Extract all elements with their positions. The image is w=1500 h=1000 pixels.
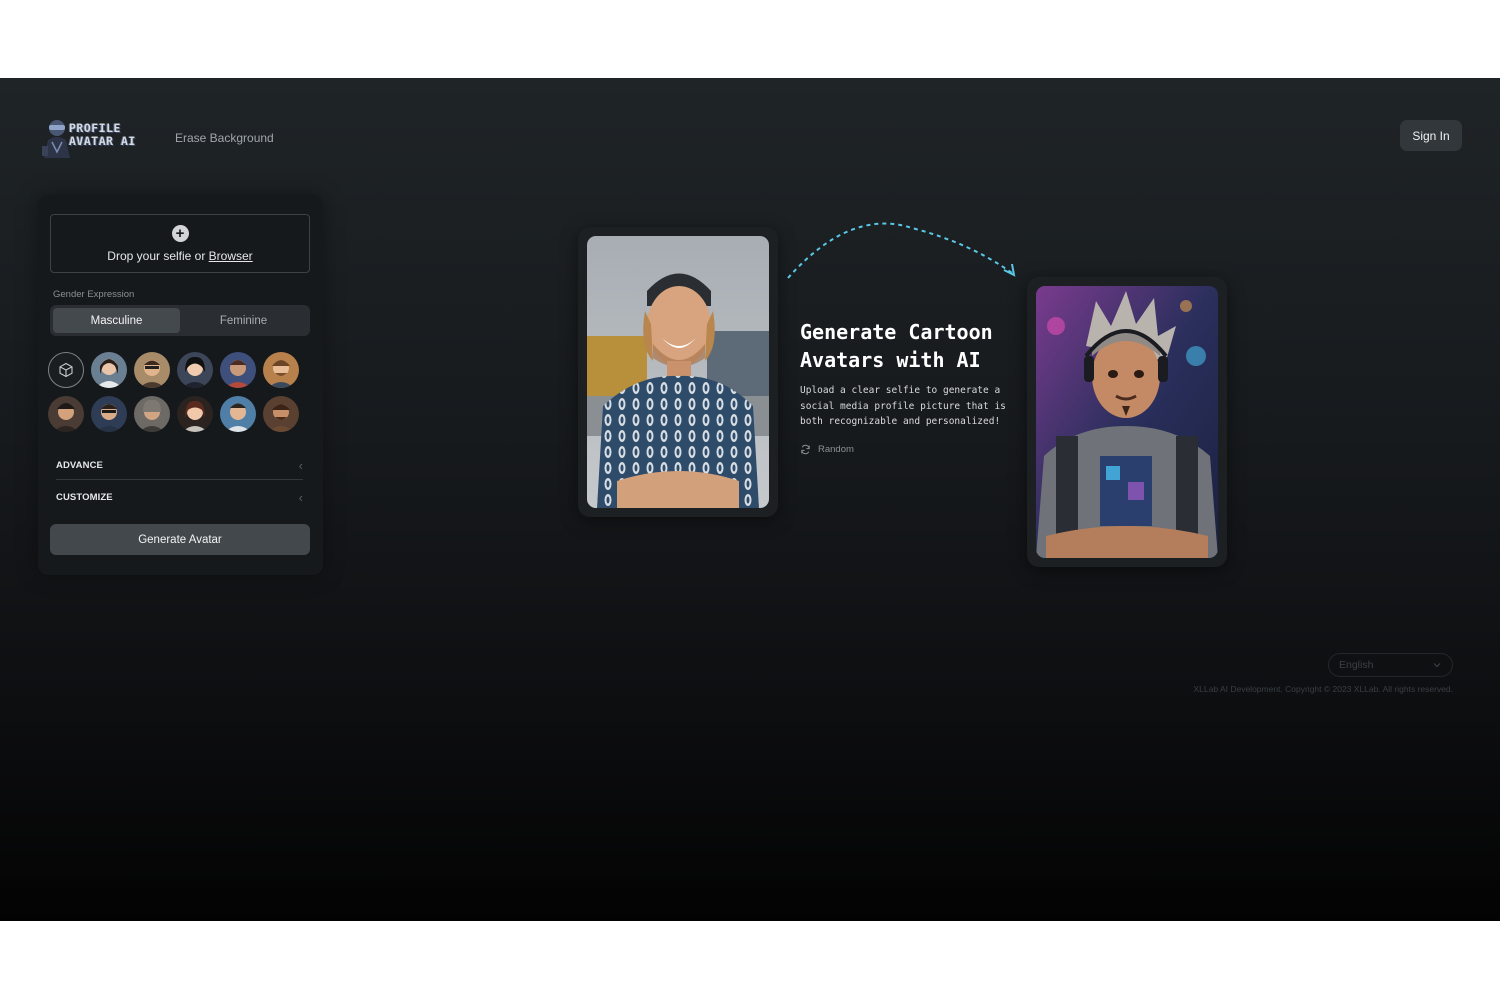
gender-expression-label: Gender Expression [53,289,135,300]
avatar-thumbnail [263,352,299,388]
style-avatar-option[interactable] [91,396,127,432]
avatar-thumbnail [220,396,256,432]
avatar-example-image [1036,286,1218,558]
chevron-left-icon: ‹ [298,457,303,473]
avatar-thumbnail [91,352,127,388]
style-avatar-option[interactable] [91,352,127,388]
random-button[interactable]: Random [800,444,854,455]
style-avatar-option[interactable] [48,396,84,432]
sign-in-button[interactable]: Sign In [1400,120,1462,151]
style-avatar-option[interactable] [134,352,170,388]
style-avatar-option[interactable] [134,396,170,432]
selfie-dropzone[interactable]: + Drop your selfie or Browser [50,214,310,273]
customize-label: CUSTOMIZE [56,491,113,503]
style-avatar-option[interactable] [220,352,256,388]
app-viewport: PROFILE AVATAR AI Erase Background Sign … [0,78,1500,921]
avatar-thumbnail [134,352,170,388]
nav-erase-background[interactable]: Erase Background [175,131,274,145]
cube-icon [59,362,73,378]
avatar-thumbnail [134,396,170,432]
gender-toggle: Masculine Feminine [50,305,310,336]
logo[interactable]: PROFILE AVATAR AI [38,114,146,160]
logo-line-2: AVATAR AI [69,134,136,148]
avatar-thumbnail [91,396,127,432]
divider [56,479,303,480]
avatar-result-image [1036,286,1218,558]
style-random-option[interactable] [48,352,84,388]
avatar-example-card [1027,277,1227,567]
selfie-example-image [587,236,769,508]
avatar-thumbnail [220,352,256,388]
language-value: English [1339,659,1374,671]
browse-link[interactable]: Browser [209,249,253,263]
avatar-style-grid [48,352,312,432]
avatar-thumbnail [177,352,213,388]
advance-label: ADVANCE [56,459,103,471]
generator-panel: + Drop your selfie or Browser Gender Exp… [38,195,323,575]
customize-accordion[interactable]: CUSTOMIZE ‹ [56,481,303,513]
generate-avatar-button[interactable]: Generate Avatar [50,524,310,555]
hero-description: Upload a clear selfie to generate a soci… [800,385,1006,427]
selfie-example-card [578,227,778,517]
gender-option-feminine[interactable]: Feminine [180,308,307,333]
chevron-left-icon: ‹ [298,489,303,505]
style-avatar-option[interactable] [177,396,213,432]
dropzone-label: Drop your selfie or [107,248,209,263]
dropzone-text: Drop your selfie or Browser [107,249,252,263]
language-select[interactable]: English [1328,653,1453,677]
logo-text: PROFILE AVATAR AI [69,122,136,148]
avatar-thumbnail [48,396,84,432]
random-label: Random [818,444,854,455]
plus-icon: + [171,224,189,242]
style-avatar-option[interactable] [263,396,299,432]
style-avatar-option[interactable] [263,352,299,388]
arrow-arc-icon [787,222,1016,279]
copyright-text: XLLab AI Development. Copyright © 2023 X… [1193,684,1453,694]
selfie-photo [587,236,769,508]
hero-title: Generate Cartoon Avatars with AI [800,320,993,372]
style-avatar-option[interactable] [177,352,213,388]
avatar-thumbnail [263,396,299,432]
advance-accordion[interactable]: ADVANCE ‹ [56,449,303,481]
chevron-down-icon [1433,663,1441,668]
style-avatar-option[interactable] [220,396,256,432]
avatar-thumbnail [177,396,213,432]
refresh-icon [801,444,810,455]
gender-option-masculine[interactable]: Masculine [53,308,180,333]
